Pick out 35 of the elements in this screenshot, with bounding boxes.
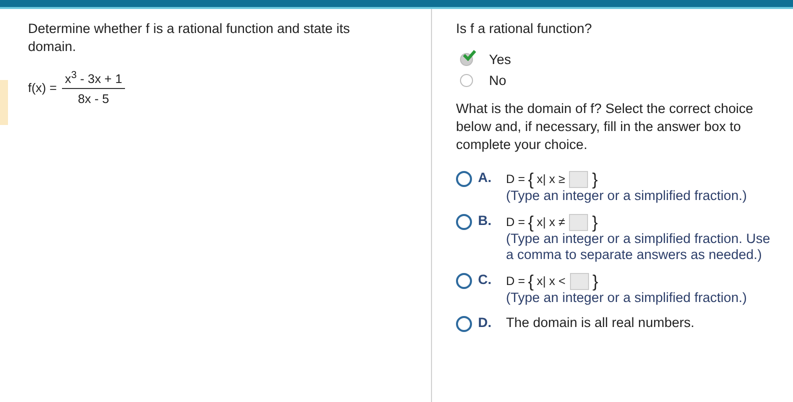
brace: {: [528, 170, 534, 188]
brace: }: [592, 170, 598, 188]
set-prefix: D =: [506, 172, 526, 186]
hint-text: (Type an integer or a simplified fraction. Use a comma to separate answers as needed.): [506, 231, 772, 263]
radio-button[interactable]: [456, 316, 472, 332]
radio-button[interactable]: [460, 53, 473, 66]
brace: {: [528, 272, 534, 290]
choice-letter: A.: [478, 170, 492, 185]
set-prefix: D =: [506, 274, 526, 288]
radio-button[interactable]: [460, 74, 473, 87]
option-label: Yes: [489, 52, 512, 67]
brace: {: [528, 214, 534, 230]
choice-text: The domain is all real numbers.: [506, 315, 694, 331]
set-condition: x| x ≥: [536, 172, 566, 186]
side-marker: [0, 80, 8, 125]
function-label: f(x) =: [28, 81, 57, 96]
question-text: Determine whether f is a rational function and state its domain.: [28, 20, 351, 56]
set-condition: x| x <: [536, 274, 566, 288]
numerator: x$^{3}$ - 3x + 1: [62, 70, 126, 90]
radio-button[interactable]: [456, 214, 472, 230]
brace: }: [592, 214, 598, 230]
question-text: Is f a rational function?: [456, 20, 593, 38]
hint-text: (Type an integer or a simplified fraction.): [506, 188, 747, 204]
set-prefix: D =: [506, 215, 526, 229]
hint-text: (Type an integer or a simplified fraction.): [506, 290, 747, 306]
denominator: 8x - 5: [78, 91, 110, 106]
set-condition: x| x ≠: [536, 215, 566, 229]
brace: }: [592, 272, 598, 290]
choice-letter: B.: [478, 213, 492, 228]
option-label: No: [489, 73, 506, 88]
question-text: What is the domain of f? Select the correct choice below and, if necessary, fill in the answer box to complete your choice.: [456, 100, 754, 154]
choice-letter: D.: [478, 315, 492, 330]
radio-button[interactable]: [456, 273, 472, 289]
choice-letter: C.: [478, 272, 492, 287]
radio-button[interactable]: [456, 171, 472, 187]
